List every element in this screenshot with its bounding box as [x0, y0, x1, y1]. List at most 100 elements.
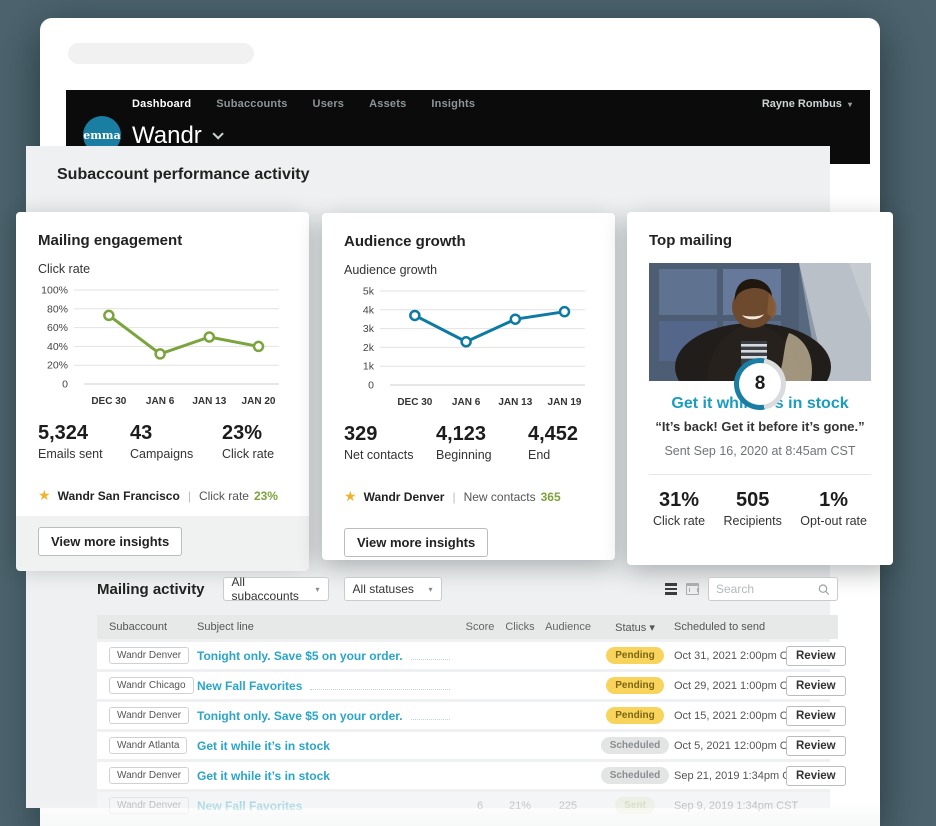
mailing-score-value: 8 — [739, 363, 781, 405]
subject-link[interactable]: Get it while it’s in stock — [197, 739, 330, 753]
scheduled-cell: Sep 21, 2019 1:34pm CST — [674, 770, 786, 782]
audience-growth-card: Audience growth Audience growth 5k4k3k2k… — [322, 213, 615, 560]
table-row: Wandr DenverGet it while it’s in stockSc… — [97, 762, 838, 789]
audience-growth-chart: 5k4k3k2k1k0DEC 30JAN 6JAN 13JAN 19 — [344, 283, 593, 415]
click-rate-chart: 100%80%60%40%20%0DEC 30JAN 6JAN 13JAN 20 — [38, 282, 287, 414]
star-icon: ★ — [38, 487, 51, 504]
stat-value: 4,452 — [528, 423, 614, 446]
subject-link[interactable]: New Fall Favorites — [197, 799, 302, 813]
review-button[interactable]: Review — [786, 766, 846, 786]
stat-value: 1% — [800, 489, 867, 512]
subject-link[interactable]: Tonight only. Save $5 on your order. — [197, 709, 403, 723]
review-button[interactable]: Review — [786, 676, 846, 696]
subaccount-cell: Wandr Chicago — [109, 677, 197, 694]
column-header-subaccount: Subaccount — [109, 621, 197, 633]
top-mailing-quote: “It’s back! Get it before it’s gone.” — [649, 419, 871, 434]
stat: 329Net contacts — [344, 423, 430, 462]
nav-item-subaccounts[interactable]: Subaccounts — [216, 98, 287, 110]
subject-cell: Tonight only. Save $5 on your order. — [197, 649, 460, 663]
table-row: Wandr DenverNew Fall Favorites621%225Sen… — [97, 792, 838, 819]
column-header-status[interactable]: Status ▾ — [596, 621, 674, 634]
svg-text:3k: 3k — [363, 323, 375, 335]
view-more-insights-button[interactable]: View more insights — [344, 528, 488, 557]
status-cell: Sent — [596, 797, 674, 814]
subject-link[interactable]: Get it while it’s in stock — [197, 769, 330, 783]
scheduled-cell: Oct 29, 2021 1:00pm CST — [674, 680, 786, 692]
svg-text:80%: 80% — [47, 303, 68, 315]
subaccount-tag: Wandr Denver — [109, 797, 189, 814]
top-mailing-card: Top mailing — [627, 212, 893, 565]
emma-logo-text: emma — [83, 129, 120, 142]
stat-label: End — [528, 448, 614, 462]
chart-label: Click rate — [38, 262, 287, 276]
nav-item-dashboard[interactable]: Dashboard — [132, 98, 191, 110]
stat-label: Recipients — [724, 514, 782, 528]
stat: 505 Recipients — [724, 489, 782, 528]
card-footer: View more insights — [322, 517, 615, 572]
statuses-filter-select[interactable]: All statuses ▾ — [344, 577, 442, 601]
stat-value: 23% — [222, 422, 308, 445]
search-icon — [818, 583, 830, 596]
subaccount-cell: Wandr Denver — [109, 707, 197, 724]
review-button[interactable]: Review — [786, 706, 846, 726]
status-badge: Pending — [606, 677, 663, 694]
subaccounts-filter-select[interactable]: All subaccounts ▾ — [223, 577, 329, 601]
stat-value: 5,324 — [38, 422, 124, 445]
card-title: Audience growth — [344, 233, 593, 250]
separator: | — [452, 490, 455, 504]
column-header-subject-line: Subject line — [197, 621, 460, 633]
chevron-down-icon: ▾ — [316, 585, 320, 594]
scheduled-cell: Oct 31, 2021 2:00pm CST — [674, 650, 786, 662]
stat: 4,123Beginning — [436, 423, 522, 462]
filter-value: All subaccounts — [232, 575, 302, 603]
svg-text:DEC 30: DEC 30 — [397, 397, 432, 408]
search-input[interactable] — [716, 582, 818, 596]
clicks-cell: 21% — [500, 800, 540, 812]
nav-item-insights[interactable]: Insights — [431, 98, 475, 110]
status-cell: Scheduled — [596, 737, 674, 754]
subaccount-cell: Wandr Denver — [109, 797, 197, 814]
highlight-metric-label: New contacts — [464, 490, 536, 504]
column-header-score: Score — [460, 621, 500, 633]
subaccount-tag: Wandr Denver — [109, 647, 189, 664]
svg-text:1k: 1k — [363, 361, 375, 373]
view-more-insights-button[interactable]: View more insights — [38, 527, 182, 556]
stat: 43Campaigns — [130, 422, 216, 461]
nav-item-assets[interactable]: Assets — [369, 98, 406, 110]
column-header-audience: Audience — [540, 621, 596, 633]
stat: 4,452 End — [528, 423, 614, 462]
action-cell: Review — [786, 770, 838, 782]
svg-text:JAN 13: JAN 13 — [498, 397, 532, 408]
stat-label: Net contacts — [344, 448, 430, 462]
card-stats: 329Net contacts4,123Beginning4,452End — [344, 423, 593, 462]
review-button[interactable]: Review — [786, 646, 846, 666]
calendar-view-icon[interactable] — [686, 583, 699, 595]
svg-text:0: 0 — [368, 380, 374, 392]
card-stats: 31%Click rate505Recipients1%Opt-out rate — [649, 475, 871, 528]
chevron-down-icon: ▾ — [848, 100, 852, 109]
highlight-metric-value: 23% — [254, 489, 278, 503]
top-mailing-sent-date: Sent Sep 16, 2020 at 8:45am CST — [649, 444, 871, 458]
status-badge: Pending — [606, 647, 663, 664]
table-row: Wandr ChicagoNew Fall Favorites Pending Oc… — [97, 672, 838, 699]
list-view-icon[interactable] — [665, 583, 677, 595]
review-button[interactable]: Review — [786, 736, 846, 756]
stat-value: 505 — [724, 489, 782, 512]
svg-text:JAN 19: JAN 19 — [548, 397, 582, 408]
status-cell: Pending — [596, 707, 674, 724]
subject-cell: Get it while it’s in stock — [197, 769, 460, 783]
subject-link[interactable]: Tonight only. Save $5 on your order. — [197, 649, 403, 663]
account-menu[interactable]: Rayne Rombus ▾ — [762, 98, 852, 110]
chart-label: Audience growth — [344, 263, 593, 277]
subject-link[interactable]: New Fall Favorites — [197, 679, 302, 693]
stat-label: Beginning — [436, 448, 522, 462]
card-footer: View more insights — [16, 516, 309, 571]
action-cell: Review — [786, 740, 838, 752]
subaccount-tag: Wandr Chicago — [109, 677, 194, 694]
scheduled-cell: Oct 15, 2021 2:00pm CST — [674, 710, 786, 722]
nav-item-users[interactable]: Users — [313, 98, 345, 110]
svg-text:2k: 2k — [363, 342, 375, 354]
action-cell: Review — [786, 680, 838, 692]
highlight-metric-value: 365 — [541, 490, 561, 504]
svg-text:0: 0 — [62, 379, 68, 391]
